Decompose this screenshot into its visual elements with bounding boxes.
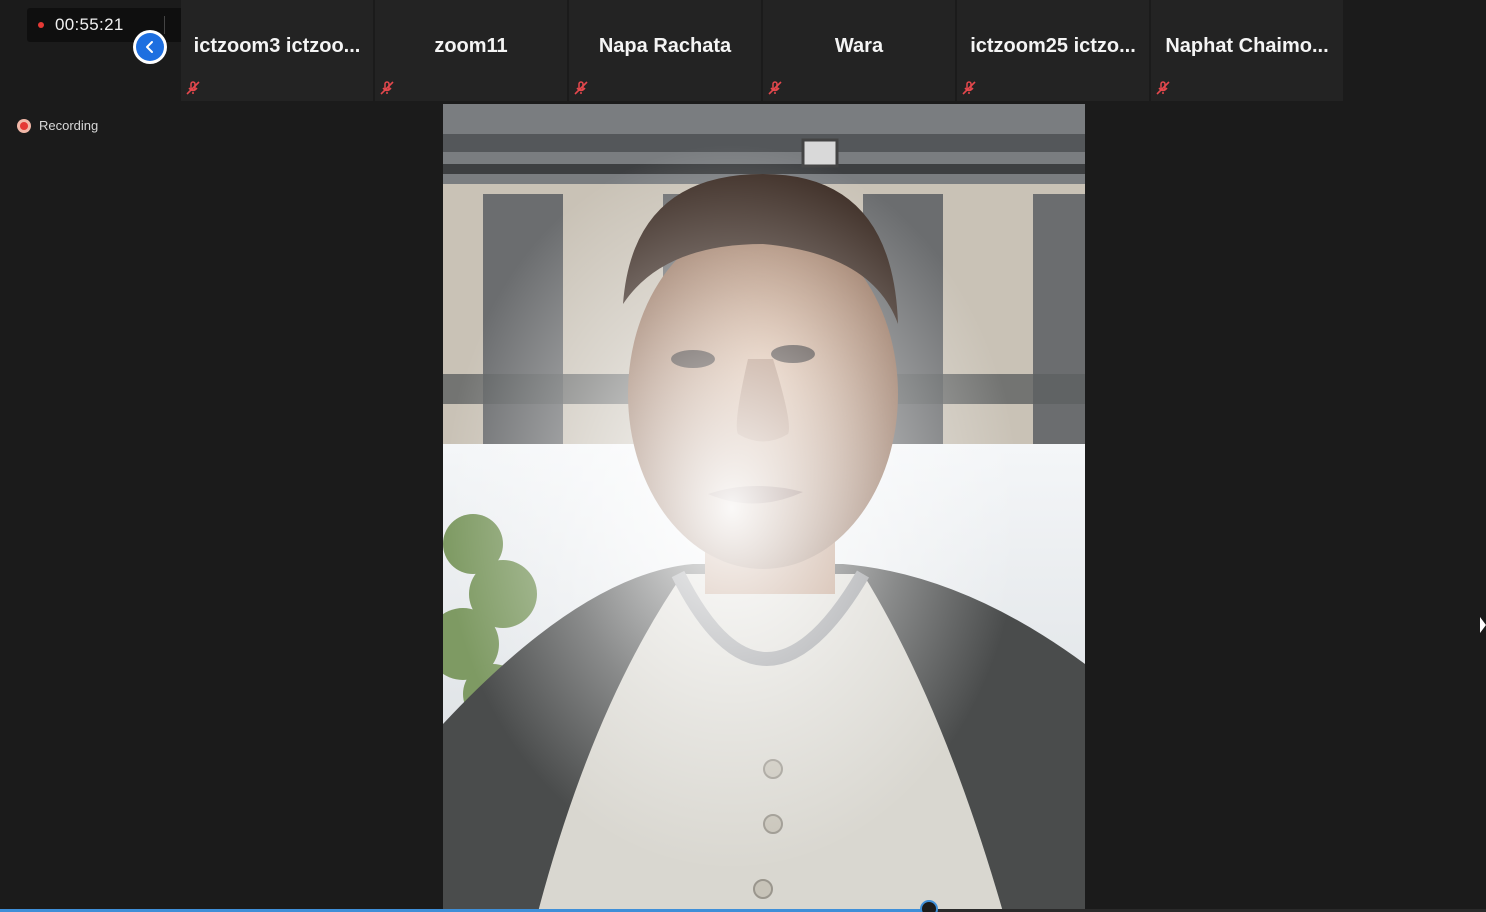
timer-text: 00:55:21 [55, 15, 124, 34]
participant-name: Napa Rachata [598, 35, 732, 57]
participant-tile[interactable]: ictzoom3 ictzoo... [181, 0, 373, 101]
chevron-left-icon [136, 33, 164, 61]
mic-muted-icon [186, 81, 200, 95]
collapse-strip-button[interactable] [133, 30, 167, 64]
participant-tile[interactable]: ictzoom25 ictzo... [957, 0, 1149, 101]
participant-name: Wara [834, 35, 884, 57]
mic-muted-icon [574, 81, 588, 95]
mic-muted-icon [768, 81, 782, 95]
recording-label: Recording [39, 118, 99, 133]
mic-muted-icon [1156, 81, 1170, 95]
recording-dot-icon [38, 22, 44, 28]
recording-indicator: Recording [17, 118, 98, 133]
participant-tile[interactable]: Naphat Chaimo... [1151, 0, 1343, 101]
participant-strip: ictzoom3 ictzoo... zoom11 Napa Rachata W… [181, 0, 1343, 101]
participant-name: ictzoom25 ictzo... [970, 35, 1136, 57]
recording-icon [17, 118, 31, 133]
recording-timer: 00:55:21 [27, 8, 203, 42]
participant-name: zoom11 [434, 35, 508, 57]
participant-name: Naphat Chaimo... [1165, 35, 1329, 57]
timer-divider [164, 16, 165, 34]
mic-muted-icon [380, 81, 394, 95]
participant-name: ictzoom3 ictzoo... [193, 35, 361, 57]
participant-tile[interactable]: zoom11 [375, 0, 567, 101]
participant-tile[interactable]: Wara [763, 0, 955, 101]
active-speaker-video [443, 104, 1085, 912]
playback-scrubber-handle[interactable] [919, 900, 938, 912]
video-frame [443, 104, 1085, 912]
meeting-window: 00:55:21 ictzoom3 ictzoo... zoom11 Napa … [0, 0, 1486, 912]
mic-muted-icon [962, 81, 976, 95]
participant-tile[interactable]: Napa Rachata [569, 0, 761, 101]
mouse-cursor-icon [1480, 617, 1486, 633]
